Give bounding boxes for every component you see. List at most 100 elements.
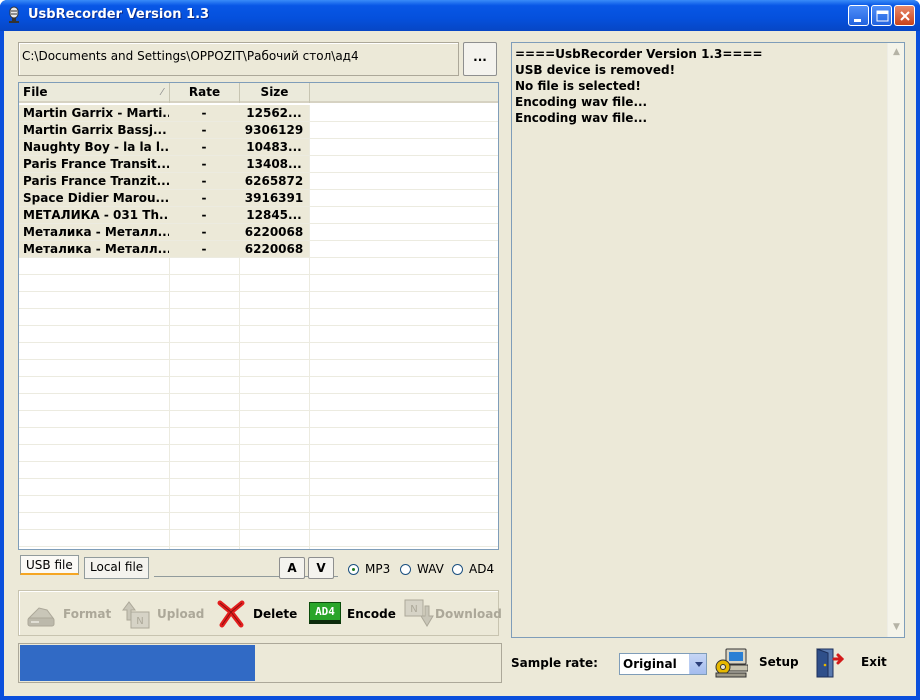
list-rows: Martin Garrix - Marti... -12562... Martin … bbox=[19, 105, 498, 547]
empty-row bbox=[19, 496, 498, 513]
progress-bar bbox=[18, 643, 502, 683]
empty-row bbox=[19, 513, 498, 530]
cell-rate: - bbox=[169, 139, 239, 155]
radio-mp3-label: MP3 bbox=[365, 562, 391, 576]
cell-size: 3916391 bbox=[239, 190, 309, 206]
ad4-encode-icon: AD4 bbox=[309, 602, 341, 624]
empty-row bbox=[19, 309, 498, 326]
exit-door-icon bbox=[816, 648, 845, 678]
table-row[interactable]: Martin Garrix Bassj... -9306129 bbox=[19, 122, 498, 139]
title-bar[interactable]: UsbRecorder Version 1.3 bbox=[0, 0, 920, 31]
cell-file: Paris France Tranzit... bbox=[19, 173, 169, 189]
radio-mp3[interactable] bbox=[348, 564, 359, 575]
exit-button[interactable]: Exit bbox=[814, 643, 894, 683]
cell-size: 10483... bbox=[239, 139, 309, 155]
log-line: Encoding wav file... bbox=[515, 111, 648, 125]
cell-file: Металика - Металл... bbox=[19, 241, 169, 257]
setup-button[interactable]: Setup bbox=[714, 643, 804, 683]
empty-row bbox=[19, 445, 498, 462]
cell-rate: - bbox=[169, 105, 239, 121]
cell-size: 6220068 bbox=[239, 241, 309, 257]
cell-file: Металика - Металл... bbox=[19, 224, 169, 240]
maximize-icon bbox=[876, 10, 889, 22]
radio-ad4-label: AD4 bbox=[469, 562, 495, 576]
file-list[interactable]: File ⁄ Rate Size Martin Garrix - Marti..… bbox=[18, 82, 499, 550]
empty-row bbox=[19, 258, 498, 275]
scroll-down-icon[interactable]: ▼ bbox=[889, 619, 904, 636]
column-file-label: File bbox=[23, 85, 48, 99]
format-button[interactable]: Format bbox=[25, 598, 115, 630]
browse-button[interactable]: ... bbox=[463, 42, 497, 76]
format-drive-icon bbox=[27, 607, 55, 627]
column-header-file[interactable]: File ⁄ bbox=[19, 83, 170, 103]
radio-wav[interactable] bbox=[400, 564, 411, 575]
empty-row bbox=[19, 411, 498, 428]
maximize-button[interactable] bbox=[871, 5, 892, 26]
empty-row bbox=[19, 326, 498, 343]
log-scrollbar[interactable]: ▲ ▼ bbox=[887, 43, 904, 637]
empty-row bbox=[19, 428, 498, 445]
radio-ad4[interactable] bbox=[452, 564, 463, 575]
table-row[interactable]: Martin Garrix - Marti... -12562... bbox=[19, 105, 498, 122]
window-title: UsbRecorder Version 1.3 bbox=[28, 7, 210, 22]
close-icon bbox=[900, 11, 910, 21]
upload-button[interactable]: N Upload bbox=[119, 598, 209, 630]
table-row[interactable]: МЕТАЛИКА - 031 Th... -12845... bbox=[19, 207, 498, 224]
empty-row bbox=[19, 360, 498, 377]
table-row[interactable]: Металика - Металл... -6220068 bbox=[19, 224, 498, 241]
log-panel[interactable]: ====UsbRecorder Version 1.3==== USB devic… bbox=[511, 42, 905, 638]
log-line: Encoding wav file... bbox=[515, 95, 648, 109]
encode-button[interactable]: AD4 Encode bbox=[309, 598, 399, 630]
table-row[interactable]: Naughty Boy - la la l... -10483... bbox=[19, 139, 498, 156]
action-toolbar: Format N Upload Delete AD4 Encode N Down… bbox=[18, 590, 502, 636]
cell-file: Space Didier Marou... bbox=[19, 190, 169, 206]
cell-size: 13408... bbox=[239, 156, 309, 172]
empty-row bbox=[19, 275, 498, 292]
sample-rate-value: Original bbox=[623, 657, 677, 671]
cell-rate: - bbox=[169, 122, 239, 138]
empty-row bbox=[19, 292, 498, 309]
app-window: UsbRecorder Version 1.3 C:\Documents and… bbox=[0, 0, 920, 700]
svg-text:N: N bbox=[136, 616, 143, 627]
cell-file: Martin Garrix Bassj... bbox=[19, 122, 169, 138]
table-row[interactable]: Paris France Tranzit... -6265872 bbox=[19, 173, 498, 190]
minimize-button[interactable] bbox=[848, 5, 869, 26]
table-row[interactable]: Металика - Металл... -6220068 bbox=[19, 241, 498, 258]
empty-row bbox=[19, 394, 498, 411]
move-down-button[interactable]: V bbox=[308, 557, 334, 579]
tab-usb-file[interactable]: USB file bbox=[20, 555, 79, 575]
cell-rate: - bbox=[169, 173, 239, 189]
cell-size: 12562... bbox=[239, 105, 309, 121]
microphone-icon bbox=[9, 6, 19, 23]
empty-row bbox=[19, 530, 498, 547]
delete-button[interactable]: Delete bbox=[215, 598, 300, 630]
close-button[interactable] bbox=[894, 5, 915, 26]
scroll-up-icon[interactable]: ▲ bbox=[889, 44, 904, 61]
upload-label: Upload bbox=[157, 607, 205, 621]
download-button[interactable]: N Download bbox=[403, 598, 502, 630]
empty-row bbox=[19, 343, 498, 360]
column-header-size[interactable]: Size bbox=[240, 83, 310, 103]
cell-rate: - bbox=[169, 224, 239, 240]
svg-text:N: N bbox=[410, 604, 417, 615]
move-up-button[interactable]: A bbox=[279, 557, 305, 579]
tab-local-file[interactable]: Local file bbox=[84, 557, 150, 579]
sort-icon: ⁄ bbox=[161, 87, 163, 98]
cell-file: Martin Garrix - Marti... bbox=[19, 105, 169, 121]
cell-file: МЕТАЛИКА - 031 Th... bbox=[19, 207, 169, 223]
table-row[interactable]: Space Didier Marou... -3916391 bbox=[19, 190, 498, 207]
empty-row bbox=[19, 377, 498, 394]
sample-rate-select[interactable]: Original bbox=[619, 653, 707, 675]
path-field[interactable]: C:\Documents and Settings\OPPOZIT\Рабочи… bbox=[18, 42, 459, 76]
cell-size: 12845... bbox=[239, 207, 309, 223]
cell-size: 6220068 bbox=[239, 224, 309, 240]
setup-computer-icon bbox=[715, 648, 748, 678]
table-row[interactable]: Paris France Transit... -13408... bbox=[19, 156, 498, 173]
cell-rate: - bbox=[169, 156, 239, 172]
column-header-rate[interactable]: Rate bbox=[170, 83, 240, 103]
cell-size: 6265872 bbox=[239, 173, 309, 189]
list-header: File ⁄ Rate Size bbox=[19, 83, 498, 103]
cell-file: Paris France Transit... bbox=[19, 156, 169, 172]
setup-label: Setup bbox=[759, 655, 799, 669]
chevron-down-icon[interactable] bbox=[689, 654, 706, 674]
